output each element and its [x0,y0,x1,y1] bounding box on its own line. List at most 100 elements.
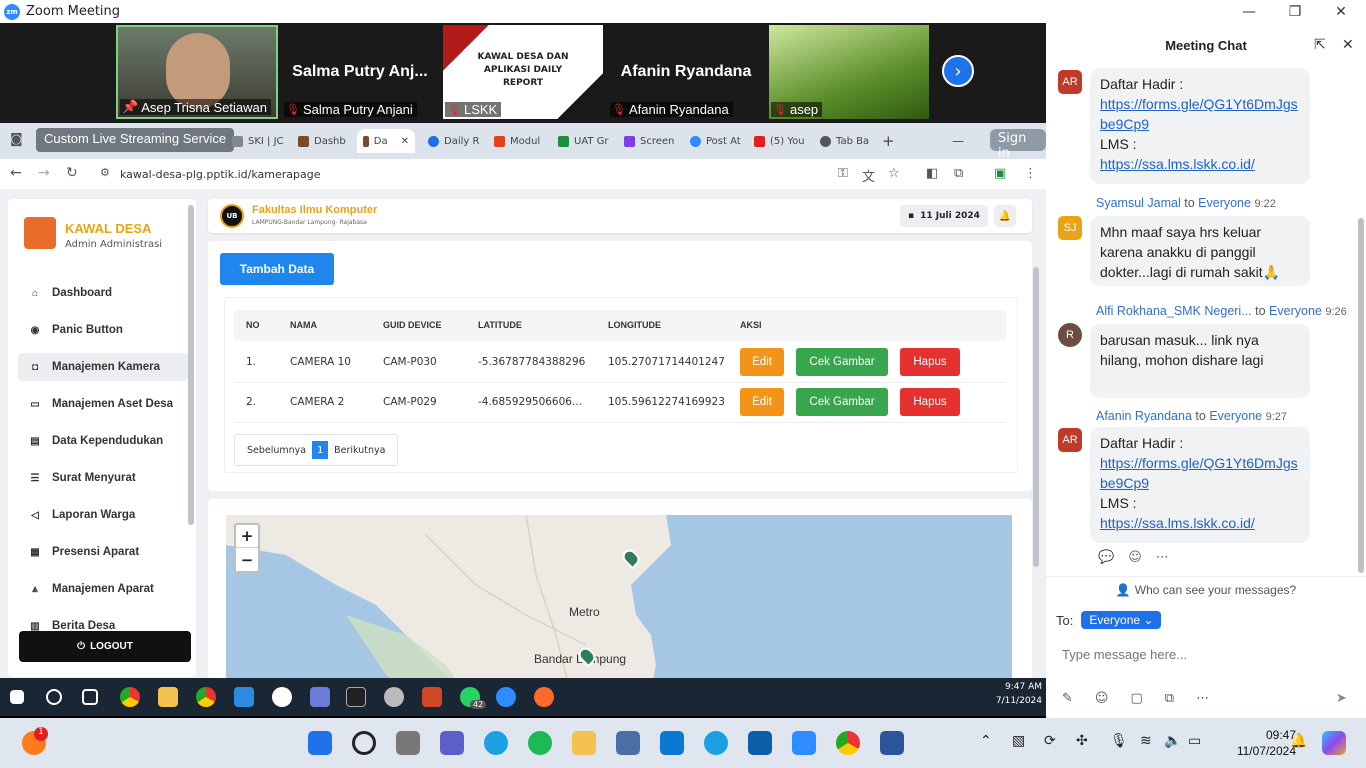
tab-close-icon[interactable]: ✕ [401,136,409,147]
participant-tile[interactable]: Salma Putry Anj... 🎙 Salma Putry Anjani [282,25,438,119]
vscode-icon[interactable] [234,687,254,707]
forward-icon[interactable]: → [38,165,50,181]
close-button[interactable]: ✕ [1318,0,1364,23]
menu-item-aset-desa[interactable]: ▭ Manajemen Aset Desa [18,390,188,418]
menu-item-dashboard[interactable]: ⌂ Dashboard [18,279,188,307]
edit-button[interactable]: Edit [740,348,784,376]
send-icon[interactable]: ➤ [1336,691,1347,706]
signin-button[interactable]: Sign in [990,129,1046,161]
message-link[interactable]: https://forms.gle/QG1Yt6DmJgsbe9Cp9 [1100,455,1298,491]
close-chat-icon[interactable]: ✕ [1342,37,1354,53]
microphone-icon[interactable]: 🎙 [1110,733,1128,749]
reload-icon[interactable]: ↻ [66,165,78,181]
next-page-button[interactable]: Berikutnya [334,445,385,456]
zoom-out-button[interactable]: − [236,548,258,571]
word-icon[interactable] [880,731,904,755]
file-explorer-icon[interactable] [572,731,596,755]
edge-icon[interactable] [484,731,508,755]
store-icon[interactable] [660,731,684,755]
tray-sync-icon[interactable]: ⟳ [1044,733,1056,749]
logout-button[interactable]: ⏻ LOGOUT [19,631,191,662]
who-can-see-link[interactable]: 👤 Who can see your messages? [1046,576,1366,602]
browser-tab[interactable]: Screen [624,129,674,153]
task-view-icon[interactable] [396,731,420,755]
edit-button[interactable]: Edit [740,388,784,416]
app-icon[interactable] [310,687,330,707]
recipient-dropdown[interactable]: Everyone ⌄ [1081,611,1162,629]
puzzle-icon[interactable]: ⧉ [954,166,963,181]
notification-bell-icon[interactable]: 🔔 [1290,733,1307,749]
hapus-button[interactable]: Hapus [900,348,960,376]
zoom-in-button[interactable]: + [236,525,258,548]
participant-tile[interactable]: 📌 Asep Trisna Setiawan [116,25,278,119]
add-data-button[interactable]: Tambah Data [220,253,334,285]
zoom-icon[interactable] [792,731,816,755]
menu-item-surat-menyurat[interactable]: ☰ Surat Menyurat [18,464,188,492]
chrome-icon[interactable] [836,731,860,755]
format-icon[interactable]: ✎ [1062,691,1073,706]
message-link[interactable]: https://ssa.lms.lskk.co.id/ [1100,515,1255,531]
menu-item-manajemen-aparat[interactable]: ⩓ Manajemen Aparat [18,575,188,603]
task-view-icon[interactable] [82,689,98,705]
search-icon[interactable] [46,689,62,705]
prev-page-button[interactable]: Sebelumnya [247,445,306,456]
windows-start-icon[interactable] [308,731,332,755]
tray-app-icon[interactable]: ▧ [1012,733,1025,749]
current-page-button[interactable]: 1 [312,441,329,459]
menu-item-data-kependudukan[interactable]: ▤ Data Kependudukan [18,427,188,455]
chat-message-input[interactable] [1062,643,1352,665]
screenshot-icon[interactable]: ⧉ [1165,691,1174,706]
profile-icon[interactable]: ▣ [994,166,1006,181]
message-link[interactable]: https://ssa.lms.lskk.co.id/ [1100,156,1255,172]
browser-tab[interactable]: Dashb [298,129,346,153]
folder-icon[interactable] [158,687,178,707]
back-icon[interactable]: ← [10,165,22,181]
browser-tab[interactable]: (5) You [754,129,805,153]
menu-item-manajemen-kamera[interactable]: ◘ Manajemen Kamera [18,353,188,381]
file-icon[interactable]: ▢ [1130,691,1142,706]
emoji-icon[interactable]: ☺ [1095,691,1109,706]
cek-gambar-button[interactable]: Cek Gambar [796,348,888,376]
help-icon[interactable] [704,731,728,755]
tray-dropbox-icon[interactable]: ✣ [1076,733,1088,749]
participant-tile[interactable]: KAWAL DESA DAN APLIKASI DAILY REPORT 🎙 LS… [443,25,603,119]
minimize-button[interactable]: — [1226,0,1272,23]
participant-tile[interactable]: 🎙 asep [769,25,929,119]
app-icon[interactable] [748,731,772,755]
battery-icon[interactable]: ▭ [1188,733,1201,749]
hapus-button[interactable]: Hapus [900,388,960,416]
menu-item-laporan-warga[interactable]: ◁ Laporan Warga [18,501,188,529]
wifi-icon[interactable]: ≋ [1140,733,1152,749]
next-participants-button[interactable]: › [942,55,974,87]
chrome-icon[interactable] [120,687,140,707]
zoom-icon[interactable] [496,687,516,707]
teams-icon[interactable] [440,731,464,755]
message-link[interactable]: https://forms.gle/QG1Yt6DmJgsbe9Cp9 [1100,96,1298,132]
terminal-icon[interactable] [346,687,366,707]
popout-icon[interactable]: ⇱ [1314,37,1326,53]
url-field[interactable]: ⚙ kawal-desa-plg.pptik.id/kamerapage [92,163,912,185]
app-icon[interactable] [272,687,292,707]
search-icon[interactable] [352,731,376,755]
settings-icon[interactable] [384,687,404,707]
page-scrollbar[interactable] [1033,267,1039,567]
more-options-icon[interactable]: ⋯ [1196,691,1209,706]
browser-tab[interactable]: Tab Ba [820,129,869,153]
chrome-icon[interactable] [196,687,216,707]
translate-icon[interactable]: 文 [862,166,875,185]
spotify-icon[interactable] [528,731,552,755]
menu-item-presensi-aparat[interactable]: ▦ Presensi Aparat [18,538,188,566]
powerpoint-icon[interactable] [422,687,442,707]
participant-tile[interactable]: Afanin Ryandana 🎙 Afanin Ryandana [608,25,764,119]
star-icon[interactable]: ☆ [888,166,900,181]
windows-start-icon[interactable] [10,690,24,704]
restore-button[interactable]: ❐ [1272,0,1318,23]
cek-gambar-button[interactable]: Cek Gambar [796,388,888,416]
browser-minimize-icon[interactable]: — [952,129,964,153]
browser-menu-icon[interactable]: ⋮ [1024,166,1037,181]
site-info-icon[interactable]: ⚙ [100,166,110,179]
chat-scrollbar[interactable] [1358,218,1364,573]
tray-chevron-icon[interactable]: ⌃ [980,733,992,749]
taskbar-clock[interactable]: 09:47 11/07/2024 [1237,727,1296,759]
browser-tab[interactable]: Modul [494,129,540,153]
